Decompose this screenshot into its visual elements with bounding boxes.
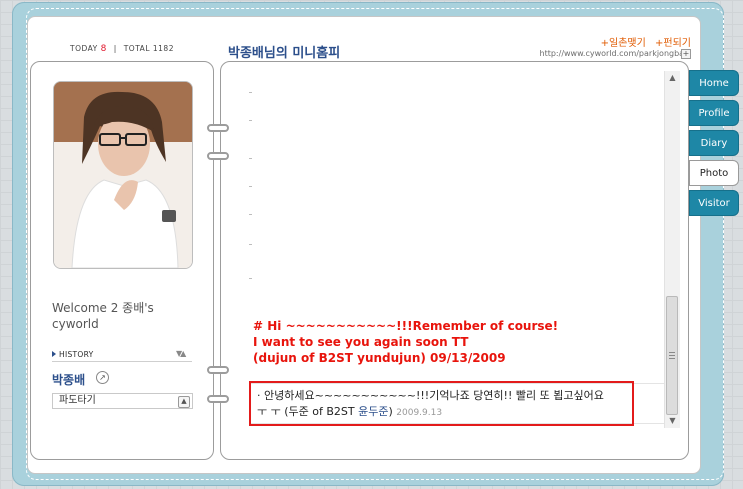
binder-ring — [207, 124, 229, 132]
pyeon-link[interactable]: +펀되기 — [655, 38, 691, 49]
scroll-grip-icon — [669, 352, 675, 359]
divider-dot — [249, 278, 252, 279]
owner-name[interactable]: 박종배 — [52, 371, 85, 388]
divider-dot — [249, 214, 252, 215]
wave-surf-select[interactable]: 파도타기 ▲ — [52, 393, 193, 409]
message-line: I want to see you again soon TT — [253, 335, 469, 349]
wave-surf-button[interactable]: ▲ — [178, 396, 190, 408]
divider-dot — [249, 120, 252, 121]
wave-surf-label: 파도타기 — [59, 395, 96, 406]
message-line: (dujun of B2ST yundujun) 09/13/2009 — [253, 351, 506, 365]
binder-ring — [207, 366, 229, 374]
page-title: 박종배님의 미니홈피 — [228, 46, 341, 61]
entry-bullet: · — [257, 389, 261, 402]
tab-visitor[interactable]: Visitor — [689, 190, 739, 216]
scroll-down-icon[interactable]: ▼ — [665, 414, 680, 428]
profile-photo — [53, 81, 193, 269]
counter-separator: | — [113, 44, 117, 53]
history-divider — [52, 361, 192, 362]
english-message: # Hi ~~~~~~~~~~~!!!Remember of course! I… — [253, 318, 558, 366]
profile-photo-illustration — [54, 82, 192, 268]
guestbook-entry: · 안녕하세요~~~~~~~~~~~!!!기억나죠 당연히!! 빨리 또 뵙고싶… — [257, 388, 632, 421]
ilchon-link[interactable]: +일촌맺기 — [601, 38, 646, 49]
total-label: TOTAL — [123, 44, 150, 53]
tab-home[interactable]: Home — [689, 70, 739, 96]
divider-dot — [249, 186, 252, 187]
divider-dot — [249, 92, 252, 93]
tab-photo[interactable]: Photo — [689, 160, 739, 186]
today-label: TODAY — [70, 44, 98, 53]
scroll-up-icon[interactable]: ▲ — [665, 71, 680, 85]
homepage-url[interactable]: http://www.cyworld.com/parkjongbae — [540, 49, 690, 58]
tab-diary[interactable]: Diary — [689, 130, 739, 156]
history-label[interactable]: HISTORY — [52, 350, 94, 359]
binder-ring — [207, 152, 229, 160]
total-count: 1182 — [152, 44, 174, 53]
history-toggle-icon[interactable]: ▼▲ — [176, 349, 186, 358]
entry-text: 안녕하세요~~~~~~~~~~~!!!기억나죠 당연히!! 빨리 또 뵙고싶어요 — [264, 389, 604, 402]
tab-profile[interactable]: Profile — [689, 100, 739, 126]
owner-gender-icon: ↗ — [96, 371, 109, 384]
binder-ring — [207, 395, 229, 403]
welcome-text: Welcome 2 종배's cyworld — [52, 301, 154, 331]
visitor-counter: TODAY 8 | TOTAL 1182 — [70, 44, 174, 54]
today-count: 8 — [100, 44, 107, 54]
entry-text-cont: ㅜ ㅜ (두준 of B2ST — [257, 405, 359, 418]
divider-dot — [249, 244, 252, 245]
scroll-thumb[interactable] — [666, 296, 678, 415]
divider-dot — [249, 158, 252, 159]
header-links: +일촌맺기 +펀되기 — [595, 34, 691, 49]
url-add-button[interactable]: + — [681, 49, 691, 59]
entry-date: 2009.9.13 — [396, 408, 443, 418]
content-scrollbar[interactable]: ▲ ▼ — [664, 71, 680, 428]
entry-nickname[interactable]: 윤두준 — [358, 405, 388, 418]
entry-text-end: ) — [388, 405, 393, 418]
message-line: # Hi ~~~~~~~~~~~!!!Remember of course! — [253, 319, 559, 333]
